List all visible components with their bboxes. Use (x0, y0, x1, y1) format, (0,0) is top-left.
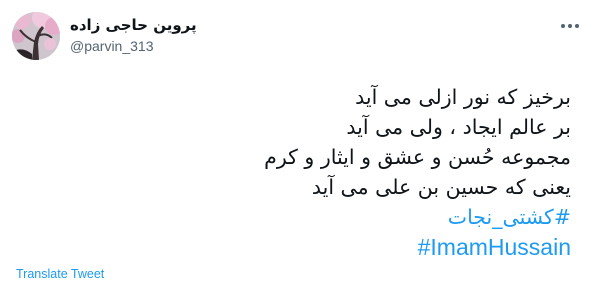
avatar-image (12, 12, 60, 60)
more-options-button[interactable] (559, 16, 581, 36)
tweet-card: پروین حاجی زاده @parvin_313 برخیز که نور… (0, 0, 599, 296)
tweet-line: مجموعه حُسن و عشق و ایثار و کرم (264, 145, 571, 169)
more-horizontal-icon (561, 24, 579, 28)
hashtag-link[interactable]: #کشتی_نجات (131, 202, 571, 232)
hashtag-link[interactable]: #ImamHussain (131, 232, 571, 262)
translate-tweet-link[interactable]: Translate Tweet (16, 266, 104, 282)
user-handle[interactable]: @parvin_313 (70, 37, 154, 55)
avatar[interactable] (12, 12, 60, 60)
tweet-line: برخیز که نور ازلی می آید (355, 85, 571, 109)
tweet-line: یعنی که حسین بن علی می آید (311, 175, 571, 199)
tweet-line: بر عالم ایجاد ، ولی می آید (346, 115, 571, 139)
user-display-name[interactable]: پروین حاجی زاده (70, 15, 197, 35)
tweet-text: برخیز که نور ازلی می آید بر عالم ایجاد ،… (131, 82, 571, 262)
